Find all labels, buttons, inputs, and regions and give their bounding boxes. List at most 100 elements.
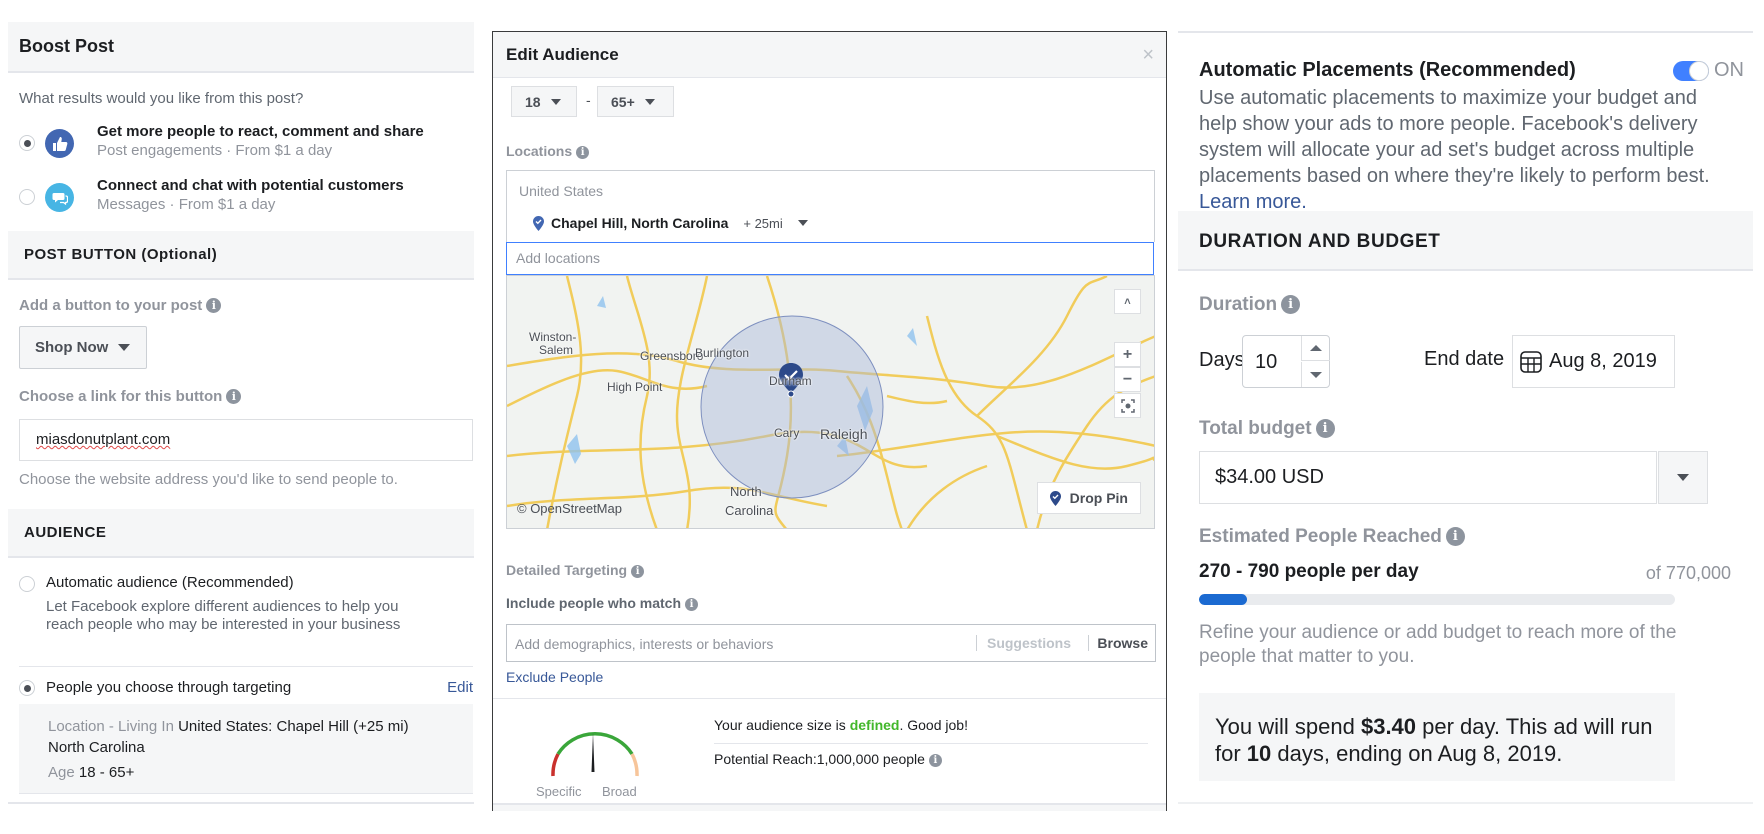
recenter-icon bbox=[1120, 398, 1135, 413]
add-locations-input[interactable]: Add locations bbox=[506, 242, 1154, 275]
website-url-input[interactable]: miasdonutplant.com bbox=[19, 419, 473, 461]
end-date-picker[interactable]: Aug 8, 2019 bbox=[1512, 335, 1675, 388]
placements-toggle[interactable] bbox=[1673, 61, 1709, 81]
placements-budget-panel: Automatic Placements (Recommended) ON Us… bbox=[1178, 31, 1753, 811]
days-increment-button[interactable] bbox=[1301, 336, 1330, 361]
divider bbox=[493, 698, 1166, 699]
objective-title: Get more people to react, comment and sh… bbox=[97, 123, 424, 140]
gauge-label-broad: Broad bbox=[602, 784, 637, 799]
close-icon[interactable]: × bbox=[1142, 44, 1154, 67]
map-recenter-button[interactable] bbox=[1114, 393, 1141, 418]
summary-location: Location - Living In United States: Chap… bbox=[48, 718, 409, 735]
summary-age: Age 18 - 65+ bbox=[48, 764, 135, 781]
reach-progress-fill bbox=[1199, 594, 1247, 605]
chevron-down-icon[interactable] bbox=[797, 220, 808, 226]
info-icon[interactable]: i bbox=[631, 564, 645, 578]
info-icon[interactable]: i bbox=[1281, 295, 1301, 315]
audience-gauge bbox=[551, 732, 639, 777]
days-decrement-button[interactable] bbox=[1301, 362, 1330, 387]
duration-label: Duration i bbox=[1199, 294, 1301, 316]
audience-summary: Location - Living In United States: Chap… bbox=[19, 704, 473, 794]
reach-range: 270 - 790 people per day bbox=[1199, 561, 1419, 582]
summary-location-line2: North Carolina bbox=[48, 739, 145, 756]
audience-option-desc-1: Let Facebook explore different audiences… bbox=[46, 598, 399, 615]
age-min-value: 18 bbox=[525, 93, 541, 110]
reach-total: of 770,000 bbox=[1645, 563, 1731, 583]
objective-messages[interactable]: Connect and chat with potential customer… bbox=[19, 171, 469, 221]
map-city-label: Greensboro bbox=[640, 349, 704, 363]
end-date-value: Aug 8, 2019 bbox=[1549, 350, 1657, 372]
map-city-label: Cary bbox=[774, 426, 800, 440]
map-city-label: Carolina bbox=[725, 503, 774, 518]
map-attribution[interactable]: © OpenStreetMap bbox=[517, 501, 622, 516]
info-icon[interactable]: i bbox=[226, 389, 242, 405]
end-date-label: End date bbox=[1424, 348, 1505, 370]
days-stepper[interactable]: 10 bbox=[1242, 335, 1330, 388]
caret-up-icon bbox=[1310, 345, 1322, 351]
age-min-select[interactable]: 18 bbox=[511, 86, 577, 117]
info-icon[interactable]: i bbox=[685, 597, 699, 611]
map-city-label: Burlington bbox=[695, 346, 750, 360]
objective-messages-radio[interactable] bbox=[19, 189, 35, 205]
currency-dropdown-button[interactable] bbox=[1658, 451, 1708, 504]
placements-description: Use automatic placements to maximize you… bbox=[1199, 87, 1710, 213]
objective-title: Connect and chat with potential customer… bbox=[97, 177, 404, 194]
radius-circle bbox=[700, 315, 884, 499]
days-value[interactable]: 10 bbox=[1255, 351, 1277, 374]
divider bbox=[714, 743, 1148, 744]
gauge-broad-arc bbox=[630, 753, 639, 777]
age-max-select[interactable]: 65+ bbox=[597, 86, 674, 117]
days-label: Days bbox=[1199, 349, 1245, 371]
include-label: Include people who match i bbox=[506, 595, 699, 611]
info-icon[interactable]: i bbox=[576, 145, 590, 159]
estimated-reach-label: Estimated People Reached i bbox=[1199, 526, 1465, 548]
audience-size-status: Your audience size is defined. Good job! bbox=[714, 717, 968, 733]
audience-option-targeting[interactable]: People you choose through targeting Edit bbox=[19, 678, 473, 702]
map-zoom-in-button[interactable]: + bbox=[1114, 342, 1141, 367]
location-map[interactable]: Winston- Salem Greensboro Burlington Hig… bbox=[506, 275, 1155, 529]
locations-box: United States Chapel Hill, North Carolin… bbox=[506, 170, 1155, 242]
post-button-select-value: Shop Now bbox=[35, 339, 109, 356]
map-zoom-out-button[interactable]: − bbox=[1114, 367, 1141, 392]
modal-title: Edit Audience bbox=[506, 45, 619, 64]
modal-footer bbox=[493, 805, 1166, 811]
suggestions-button[interactable]: Suggestions bbox=[975, 635, 1079, 651]
objective-engagement-radio[interactable] bbox=[19, 135, 35, 151]
daily-spend: $3.40 bbox=[1360, 714, 1417, 739]
total-budget-input[interactable]: $34.00 USD bbox=[1199, 451, 1657, 504]
post-button-select[interactable]: Shop Now bbox=[19, 326, 147, 369]
divider bbox=[19, 666, 473, 667]
location-country: United States bbox=[519, 183, 604, 199]
caret-down-icon bbox=[1310, 371, 1322, 378]
drop-pin-button[interactable]: Drop Pin bbox=[1036, 482, 1141, 514]
browse-button[interactable]: Browse bbox=[1088, 635, 1148, 651]
objective-engagement[interactable]: Get more people to react, comment and sh… bbox=[19, 117, 469, 167]
info-icon[interactable]: i bbox=[1315, 419, 1335, 439]
info-icon[interactable]: i bbox=[928, 753, 942, 767]
objective-subtitle: Post engagements · From $1 a day bbox=[97, 142, 333, 159]
detailed-targeting-input[interactable]: Add demographics, interests or behaviors… bbox=[506, 624, 1156, 662]
audience-option-automatic[interactable]: Automatic audience (Recommended) Let Fac… bbox=[19, 573, 473, 657]
gauge-specific-arc bbox=[551, 753, 560, 777]
map-city-label: Winston- bbox=[529, 330, 577, 344]
location-item[interactable]: Chapel Hill, North Carolina + 25mi bbox=[533, 215, 808, 231]
audience-automatic-radio[interactable] bbox=[19, 576, 35, 592]
map-collapse-button[interactable]: ˄ bbox=[1114, 289, 1141, 314]
age-max-value: 65+ bbox=[611, 93, 635, 110]
exclude-people-link[interactable]: Exclude People bbox=[506, 669, 603, 685]
modal-header: Edit Audience × bbox=[493, 32, 1166, 78]
location-pin-icon bbox=[1049, 490, 1061, 506]
info-icon[interactable]: i bbox=[206, 298, 222, 314]
info-icon[interactable]: i bbox=[1445, 527, 1465, 547]
edit-audience-link[interactable]: Edit bbox=[447, 679, 473, 696]
audience-targeting-radio[interactable] bbox=[19, 680, 35, 696]
location-radius[interactable]: + 25mi bbox=[743, 216, 782, 231]
section-title: DURATION AND BUDGET bbox=[1199, 231, 1441, 252]
map-city-label: Salem bbox=[539, 343, 574, 357]
audience-section-header: AUDIENCE bbox=[8, 509, 474, 558]
chevron-down-icon bbox=[118, 344, 131, 351]
learn-more-link[interactable]: Learn more. bbox=[1199, 191, 1307, 213]
audience-option-label: Automatic audience (Recommended) bbox=[46, 574, 294, 591]
location-name: Chapel Hill, North Carolina bbox=[551, 215, 729, 231]
panel-bottom-divider bbox=[8, 802, 474, 804]
